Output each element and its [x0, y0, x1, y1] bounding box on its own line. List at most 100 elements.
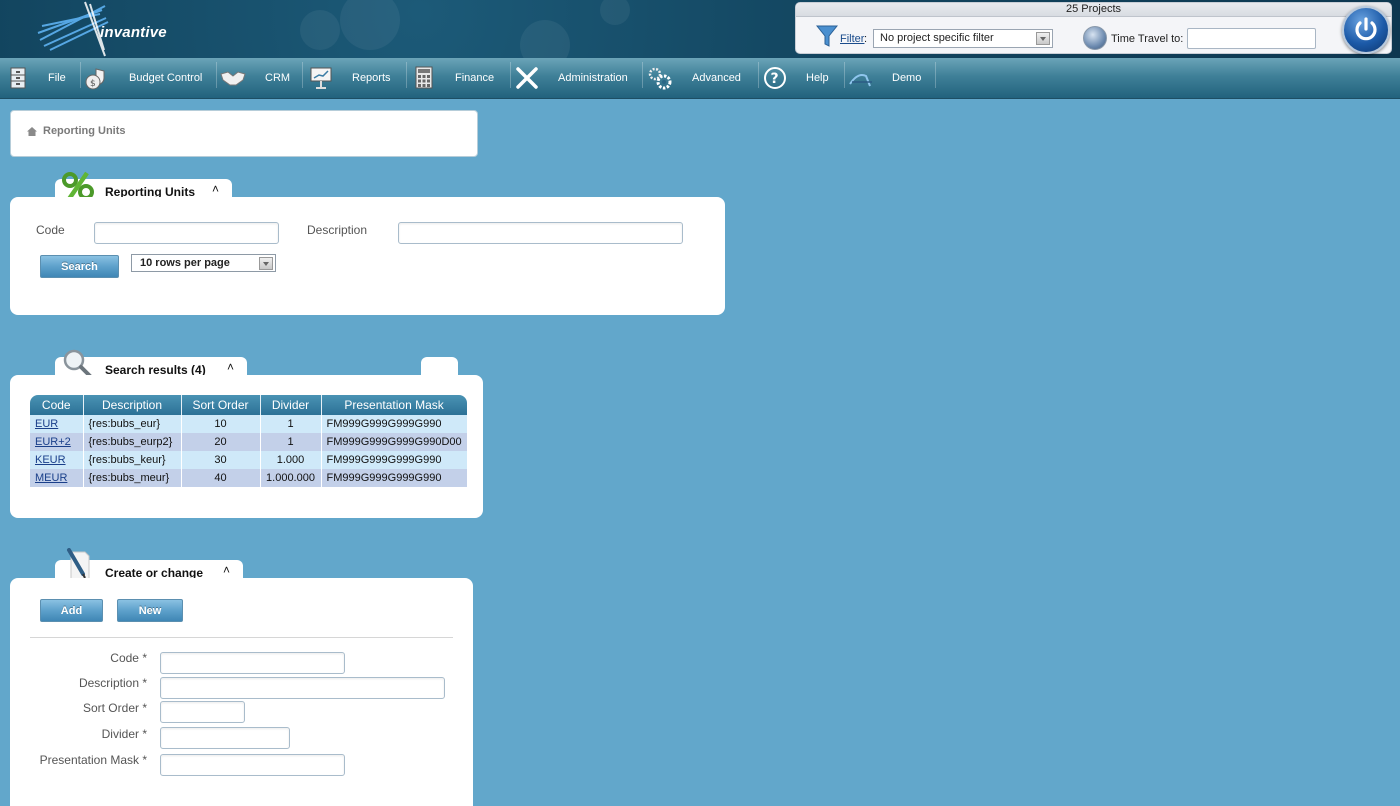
sort-order-cell: 30 [181, 451, 261, 469]
presentation-mask-field-label: Presentation Mask * [39, 753, 147, 767]
project-count: 25 Projects [796, 3, 1391, 17]
filter-link[interactable]: Filter [840, 33, 864, 45]
tools-icon [516, 67, 538, 89]
sort-order-field[interactable] [160, 701, 245, 723]
logo-text: invantive [100, 24, 167, 41]
app-header: invantive 25 Projects Filter : No projec… [0, 0, 1400, 58]
gears-icon [648, 67, 672, 90]
menu-administration[interactable]: Administration [512, 58, 640, 99]
header-decoration [300, 10, 340, 50]
time-travel-label: Time Travel to: [1111, 33, 1184, 45]
description-field-label: Description * [78, 676, 147, 690]
menu-demo[interactable]: Demo [846, 58, 936, 99]
code-link[interactable]: EUR [35, 418, 58, 430]
chevron-down-icon[interactable] [259, 257, 273, 270]
header-decoration [340, 0, 400, 50]
search-panel: Code Description Search 10 rows per page [10, 197, 725, 315]
code-field-label-wrap: Code * [10, 651, 147, 667]
chevron-down-icon[interactable] [1036, 32, 1050, 45]
menu-label: File [48, 72, 66, 84]
question-icon: ? [764, 67, 786, 89]
menu-reports[interactable]: Reports [304, 58, 404, 99]
menu-separator [758, 62, 759, 88]
menu-label: Reports [352, 72, 391, 84]
description-filter-input[interactable] [398, 222, 683, 244]
code-link[interactable]: MEUR [35, 472, 67, 484]
rows-per-page-select[interactable]: 10 rows per page [131, 254, 276, 272]
header-decoration [520, 20, 570, 58]
menu-label: Budget Control [129, 72, 203, 84]
divider-cell: 1.000 [260, 451, 322, 469]
project-filter-value: No project specific filter [880, 32, 994, 44]
edit-panel: Add New Code * Description * Sort Order … [10, 578, 473, 806]
column-header-divider[interactable]: Divider [260, 395, 322, 415]
table-header-row: Code Description Sort Order Divider Pres… [30, 395, 467, 415]
results-table: Code Description Sort Order Divider Pres… [30, 395, 467, 487]
form-divider [30, 637, 453, 638]
menu-finance[interactable]: Finance [408, 58, 508, 99]
menu-budget-control[interactable]: $ Budget Control [82, 58, 214, 99]
mask-cell: FM999G999G999G990 [321, 415, 467, 433]
sort-order-cell: 20 [181, 433, 261, 451]
menu-separator [844, 62, 845, 88]
search-button[interactable]: Search [40, 255, 119, 278]
rows-per-page-value: 10 rows per page [140, 257, 230, 269]
edit-document-icon [67, 548, 90, 581]
menu-label: Help [806, 72, 829, 84]
header-decoration [600, 0, 630, 25]
description-cell: {res:bubs_eur} [83, 415, 182, 433]
description-field[interactable] [160, 677, 445, 699]
menu-crm[interactable]: CRM [218, 58, 300, 99]
svg-text:$: $ [90, 79, 96, 89]
money-bag-icon: $ [85, 68, 105, 90]
project-filter-select[interactable]: No project specific filter [873, 29, 1053, 48]
collapse-icon[interactable]: ˄ [212, 183, 219, 195]
code-field-label: Code * [110, 651, 147, 665]
divider-cell: 1 [260, 433, 322, 451]
handshake-icon [220, 71, 246, 86]
table-row: EUR+2 {res:bubs_eurp2} 20 1 FM999G999G99… [30, 433, 467, 451]
menu-separator [216, 62, 217, 88]
presentation-mask-field-label-wrap: Presentation Mask * [10, 753, 147, 769]
column-header-sort-order[interactable]: Sort Order [181, 395, 261, 415]
divider-field-label: Divider * [101, 727, 147, 741]
calculator-icon [415, 66, 433, 89]
menu-advanced[interactable]: Advanced [644, 58, 756, 99]
menu-help[interactable]: ? Help [760, 58, 842, 99]
menu-label: Advanced [692, 72, 741, 84]
add-button[interactable]: Add [40, 599, 103, 622]
file-cabinet-icon [10, 67, 26, 89]
new-button[interactable]: New [117, 599, 183, 622]
menu-file[interactable]: File [0, 58, 78, 99]
menu-label: Demo [892, 72, 922, 84]
presentation-mask-field[interactable] [160, 754, 345, 776]
breadcrumb: Reporting Units [10, 110, 478, 157]
code-link[interactable]: KEUR [35, 454, 66, 466]
code-field[interactable] [160, 652, 345, 674]
column-header-presentation-mask[interactable]: Presentation Mask [321, 395, 467, 415]
mask-cell: FM999G999G999G990 [321, 469, 467, 487]
table-row: MEUR {res:bubs_meur} 40 1.000.000 FM999G… [30, 469, 467, 487]
description-cell: {res:bubs_eurp2} [83, 433, 182, 451]
column-header-code[interactable]: Code [30, 395, 84, 415]
divider-cell: 1 [260, 415, 322, 433]
menu-separator [935, 62, 936, 88]
code-link[interactable]: EUR+2 [35, 436, 71, 448]
description-filter-label: Description [307, 223, 368, 237]
sort-order-field-label-wrap: Sort Order * [10, 701, 147, 717]
table-row: EUR {res:bubs_eur} 10 1 FM999G999G999G99… [30, 415, 467, 433]
code-filter-input[interactable] [94, 222, 279, 244]
collapse-icon[interactable]: ˄ [223, 564, 230, 576]
time-travel-input[interactable] [1187, 28, 1316, 49]
menu-separator [80, 62, 81, 88]
breadcrumb-current: Reporting Units [43, 125, 126, 137]
divider-field[interactable] [160, 727, 290, 749]
filter-funnel-icon [816, 25, 838, 47]
menu-label: CRM [265, 72, 291, 84]
logout-power-button[interactable] [1342, 6, 1390, 54]
results-panel: Code Description Sort Order Divider Pres… [10, 375, 483, 518]
home-icon[interactable] [27, 127, 37, 136]
description-cell: {res:bubs_meur} [83, 469, 182, 487]
column-header-description[interactable]: Description [83, 395, 182, 415]
collapse-icon[interactable]: ˄ [227, 361, 234, 373]
